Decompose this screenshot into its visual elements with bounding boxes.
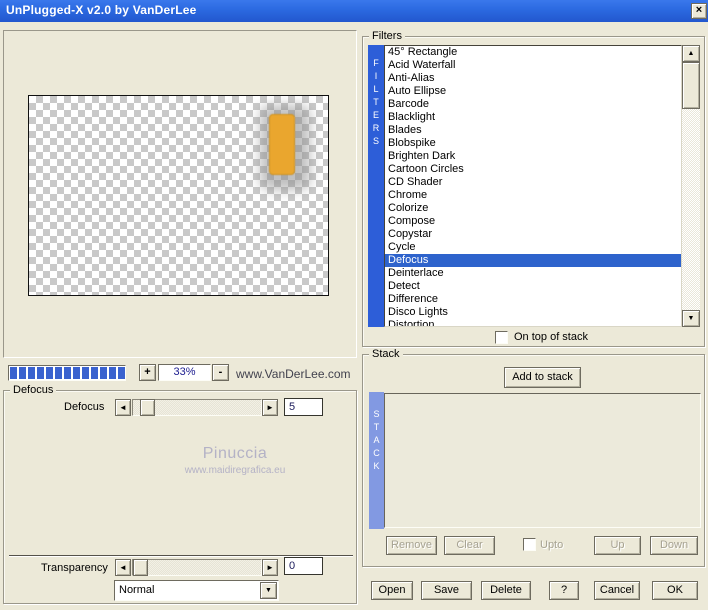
filter-item[interactable]: Anti-Alias: [385, 72, 681, 85]
stack-list[interactable]: [384, 393, 701, 528]
filter-item[interactable]: Brighten Dark: [385, 150, 681, 163]
progress-bar: [8, 365, 126, 381]
preview-panel: [3, 30, 357, 358]
filter-item[interactable]: Blades: [385, 124, 681, 137]
up-button[interactable]: Up: [594, 536, 641, 555]
zoom-in-button[interactable]: +: [139, 364, 156, 381]
scroll-down-button[interactable]: ▼: [682, 310, 700, 327]
filters-group-label: Filters: [369, 30, 405, 42]
upto-label: Upto: [540, 539, 564, 551]
filter-item[interactable]: CD Shader: [385, 176, 681, 189]
delete-button[interactable]: Delete: [481, 581, 531, 600]
blend-mode-value: Normal: [119, 584, 155, 596]
defocus-slider-thumb[interactable]: [140, 399, 155, 416]
remove-button[interactable]: Remove: [386, 536, 437, 555]
watermark-name: Pinuccia: [202, 445, 268, 462]
blend-mode-dropdown[interactable]: Normal ▼: [114, 580, 279, 601]
clear-button[interactable]: Clear: [444, 536, 495, 555]
transparency-slider-thumb[interactable]: [133, 559, 148, 576]
filter-item[interactable]: Colorize: [385, 202, 681, 215]
dropdown-arrow-button[interactable]: ▼: [260, 582, 277, 599]
left-arrow-icon: ◄: [119, 403, 127, 412]
transparency-value-field[interactable]: 0: [284, 557, 323, 575]
defocus-slider-left-button[interactable]: ◄: [115, 399, 131, 416]
defocus-value-field[interactable]: 5: [284, 398, 323, 416]
transparency-slider-left-button[interactable]: ◄: [115, 559, 131, 576]
stack-group-label: Stack: [369, 348, 403, 360]
zoom-out-button[interactable]: -: [212, 364, 229, 381]
filter-item[interactable]: Detect: [385, 280, 681, 293]
defocus-group: Defocus Defocus ◄ ► 5 Pinuccia www.maidi…: [3, 384, 357, 604]
window-title: UnPlugged-X v2.0 by VanDerLee: [6, 3, 197, 17]
preview-image[interactable]: [28, 95, 329, 296]
ok-button[interactable]: OK: [652, 581, 698, 600]
defocus-slider-right-button[interactable]: ►: [262, 399, 278, 416]
filter-item[interactable]: Disco Lights: [385, 306, 681, 319]
filter-item[interactable]: Copystar: [385, 228, 681, 241]
save-button[interactable]: Save: [421, 581, 472, 600]
filters-list: 45° Rectangle Acid Waterfall Anti-Alias Aut…: [384, 45, 682, 327]
filter-item[interactable]: Distortion: [385, 319, 681, 326]
filter-item[interactable]: Compose: [385, 215, 681, 228]
stack-group: Stack Add to stack STACK Remove Clear Up…: [362, 348, 705, 567]
zoom-level-field[interactable]: 33%: [158, 364, 211, 381]
chevron-down-icon: ▼: [265, 587, 272, 594]
filters-group: Filters FILTERS 45° Rectangle Acid Waterf…: [362, 30, 705, 347]
titlebar: UnPlugged-X v2.0 by VanDerLee ×: [0, 0, 708, 22]
defocus-group-label: Defocus: [10, 384, 57, 396]
filters-vertical-strip: FILTERS: [368, 45, 384, 327]
defocus-slider-track[interactable]: [132, 399, 262, 416]
open-button[interactable]: Open: [371, 581, 413, 600]
add-to-stack-button[interactable]: Add to stack: [504, 367, 581, 388]
triangle-down-icon: ▼: [687, 315, 695, 322]
filter-item[interactable]: Blacklight: [385, 111, 681, 124]
filter-item[interactable]: Auto Ellipse: [385, 85, 681, 98]
filter-item[interactable]: Cycle: [385, 241, 681, 254]
filter-item[interactable]: Difference: [385, 293, 681, 306]
on-top-of-stack-checkbox[interactable]: [495, 331, 508, 344]
right-arrow-icon: ►: [266, 403, 274, 412]
filter-item[interactable]: Defocus: [385, 254, 681, 267]
filter-item[interactable]: Cartoon Circles: [385, 163, 681, 176]
upto-checkbox[interactable]: [523, 538, 536, 551]
filter-item[interactable]: Blobspike: [385, 137, 681, 150]
filter-item[interactable]: Acid Waterfall: [385, 59, 681, 72]
close-button[interactable]: ×: [691, 3, 707, 19]
help-button[interactable]: ?: [549, 581, 579, 600]
defocus-slider-label: Defocus: [64, 401, 105, 413]
cancel-button[interactable]: Cancel: [594, 581, 640, 600]
dialog-window: UnPlugged-X v2.0 by VanDerLee × + 33% - …: [0, 0, 708, 610]
left-arrow-icon: ◄: [119, 563, 127, 572]
close-icon: ×: [695, 4, 703, 16]
progress-fill: [10, 367, 125, 379]
down-button[interactable]: Down: [650, 536, 698, 555]
scrollbar-thumb[interactable]: [682, 62, 700, 109]
vanderlee-site-text: www.VanDerLee.com: [236, 367, 351, 381]
filter-item[interactable]: 45° Rectangle: [385, 46, 681, 59]
filters-scrollbar[interactable]: ▲ ▼: [682, 45, 700, 327]
watermark-site: www.maidiregrafica.eu: [184, 465, 286, 476]
right-arrow-icon: ►: [266, 563, 274, 572]
transparency-slider-track[interactable]: [132, 559, 262, 576]
triangle-up-icon: ▲: [687, 50, 695, 57]
filter-item[interactable]: Chrome: [385, 189, 681, 202]
transparency-slider-label: Transparency: [41, 562, 108, 574]
scroll-up-button[interactable]: ▲: [682, 45, 700, 62]
filter-item[interactable]: Deinterlace: [385, 267, 681, 280]
stack-vertical-strip: STACK: [369, 392, 384, 529]
transparency-slider-right-button[interactable]: ►: [262, 559, 278, 576]
on-top-of-stack-label: On top of stack: [514, 331, 588, 343]
filter-item[interactable]: Barcode: [385, 98, 681, 111]
orange-shape: [269, 114, 295, 175]
